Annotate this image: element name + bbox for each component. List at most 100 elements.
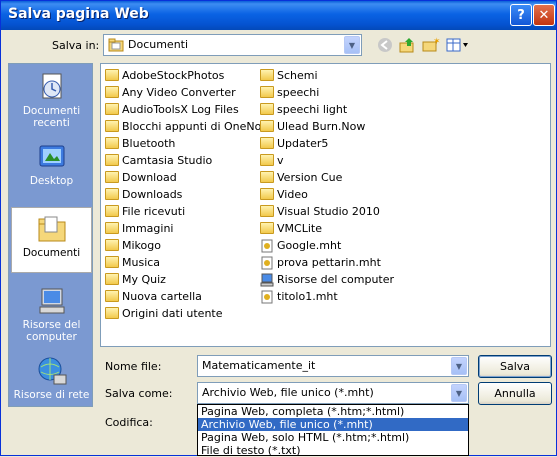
place-recent-documents[interactable]: Documenti recenti xyxy=(10,66,93,132)
folder-icon xyxy=(260,205,274,217)
file-item[interactable]: File ricevuti xyxy=(105,203,185,219)
back-icon[interactable] xyxy=(375,35,395,55)
network-icon xyxy=(38,357,66,385)
savetype-label: Salva come: xyxy=(105,387,173,400)
file-item[interactable]: Bluetooth xyxy=(105,135,175,151)
file-name: VMCLite xyxy=(277,221,322,235)
up-folder-icon[interactable] xyxy=(398,35,418,55)
file-item[interactable]: Any Video Converter xyxy=(105,84,236,100)
file-name: titolo1.mht xyxy=(277,289,338,303)
recent-documents-icon xyxy=(42,73,61,99)
new-folder-icon[interactable]: ✶ xyxy=(421,35,441,55)
file-item[interactable]: titolo1.mht xyxy=(260,288,338,304)
savetype-option-selected[interactable]: Archivio Web, file unico (*.mht) xyxy=(198,418,468,431)
place-desktop[interactable]: Desktop xyxy=(10,136,93,202)
savetype-select[interactable]: Archivio Web, file unico (*.mht) ▼ xyxy=(197,382,469,404)
file-item[interactable]: Blocchi appunti di OneNote xyxy=(105,118,272,134)
file-name: File ricevuti xyxy=(122,204,186,218)
file-name: Ulead Burn.Now xyxy=(277,119,366,133)
file-name: speechi light xyxy=(277,102,348,116)
file-name: speechi xyxy=(277,85,320,99)
savetype-option[interactable]: Pagina Web, solo HTML (*.htm;*.html) xyxy=(198,431,468,444)
folder-icon xyxy=(105,120,119,132)
desktop-icon xyxy=(39,145,64,167)
file-name: Visual Studio 2010 xyxy=(277,204,380,218)
file-item[interactable]: prova pettarin.mht xyxy=(260,254,381,270)
file-item[interactable]: Ulead Burn.Now xyxy=(260,118,365,134)
file-name: Immagini xyxy=(122,221,174,235)
chevron-down-icon[interactable]: ▼ xyxy=(451,384,467,402)
close-icon: ✕ xyxy=(538,7,550,23)
file-name: AdobeStockPhotos xyxy=(122,68,225,82)
place-label: Risorse di rete xyxy=(13,389,90,401)
file-item[interactable]: Camtasia Studio xyxy=(105,152,212,168)
places-bar: Documenti recenti Desktop Documenti Riso… xyxy=(8,63,93,407)
save-in-value: Documenti xyxy=(128,38,189,51)
encoding-label: Codifica: xyxy=(105,416,153,429)
file-item[interactable]: Origini dati utente xyxy=(105,305,223,321)
save-button[interactable]: Salva xyxy=(478,355,552,378)
file-item[interactable]: Updater5 xyxy=(260,135,328,151)
file-item[interactable]: My Quiz xyxy=(105,271,166,287)
file-item[interactable]: Downloads xyxy=(105,186,182,202)
my-documents-icon xyxy=(38,216,65,242)
file-item[interactable]: Download xyxy=(105,169,177,185)
close-button[interactable]: ✕ xyxy=(533,4,555,26)
place-network[interactable]: Risorse di rete xyxy=(10,350,93,416)
place-my-computer[interactable]: Risorse del computer xyxy=(10,280,93,346)
save-in-select[interactable]: Documenti ▼ xyxy=(103,34,362,56)
file-item[interactable]: AudioToolsX Log Files xyxy=(105,101,239,117)
file-item[interactable]: Immagini xyxy=(105,220,173,236)
file-list[interactable]: AdobeStockPhotos Any Video Converter Audio… xyxy=(100,63,551,347)
file-name: Nuova cartella xyxy=(122,289,202,303)
save-dialog: Salva pagina Web ? ✕ Salva in: Documenti… xyxy=(0,0,557,457)
file-name: Mikogo xyxy=(122,238,161,252)
filename-field[interactable]: Matematicamente_it ▼ xyxy=(197,355,469,377)
file-item[interactable]: speechi light xyxy=(260,101,347,117)
file-item[interactable]: Video xyxy=(260,186,308,202)
folder-icon xyxy=(105,171,119,183)
file-item[interactable]: Risorse del computer xyxy=(260,271,394,287)
place-label: Documenti xyxy=(22,247,81,259)
file-item[interactable]: Nuova cartella xyxy=(105,288,202,304)
file-item[interactable]: Google.mht xyxy=(260,237,341,253)
filename-value: Matematicamente_it xyxy=(202,359,316,372)
file-name: AudioToolsX Log Files xyxy=(122,102,239,116)
my-computer-icon xyxy=(39,288,64,314)
folder-icon xyxy=(260,188,274,200)
file-item[interactable]: Mikogo xyxy=(105,237,161,253)
folder-icon xyxy=(105,222,119,234)
file-item[interactable]: Schemi xyxy=(260,67,318,83)
file-name: Video xyxy=(277,187,308,201)
help-button[interactable]: ? xyxy=(510,4,532,26)
folder-icon xyxy=(260,137,274,149)
file-item[interactable]: Visual Studio 2010 xyxy=(260,203,380,219)
window-title: Salva pagina Web xyxy=(8,6,149,22)
file-item[interactable]: AdobeStockPhotos xyxy=(105,67,224,83)
documents-folder-icon xyxy=(108,38,124,52)
file-item[interactable]: Musica xyxy=(105,254,160,270)
save-in-label: Salva in: xyxy=(52,39,100,52)
savetype-option[interactable]: Pagina Web, completa (*.htm;*.html) xyxy=(198,405,468,418)
folder-icon xyxy=(260,222,274,234)
folder-icon xyxy=(105,86,119,98)
folder-icon xyxy=(105,256,119,268)
file-item[interactable]: VMCLite xyxy=(260,220,322,236)
cancel-button[interactable]: Annulla xyxy=(478,382,552,405)
place-label: Risorse del computer xyxy=(22,319,81,343)
file-item[interactable]: v xyxy=(260,152,284,168)
chevron-down-icon[interactable]: ▼ xyxy=(344,36,360,54)
place-my-documents[interactable]: Documenti xyxy=(11,207,92,273)
file-name: Schemi xyxy=(277,68,318,82)
file-name: My Quiz xyxy=(122,272,166,286)
folder-icon xyxy=(260,120,274,132)
view-menu-icon[interactable] xyxy=(445,35,471,55)
chevron-down-icon[interactable]: ▼ xyxy=(451,357,467,375)
title-bar[interactable]: Salva pagina Web ? ✕ xyxy=(1,1,556,30)
savetype-option[interactable]: File di testo (*.txt) xyxy=(198,444,468,457)
filename-label: Nome file: xyxy=(105,360,162,373)
file-item[interactable]: speechi xyxy=(260,84,319,100)
file-item[interactable]: Version Cue xyxy=(260,169,342,185)
folder-icon xyxy=(260,103,274,115)
file-name: Blocchi appunti di OneNote xyxy=(122,119,273,133)
